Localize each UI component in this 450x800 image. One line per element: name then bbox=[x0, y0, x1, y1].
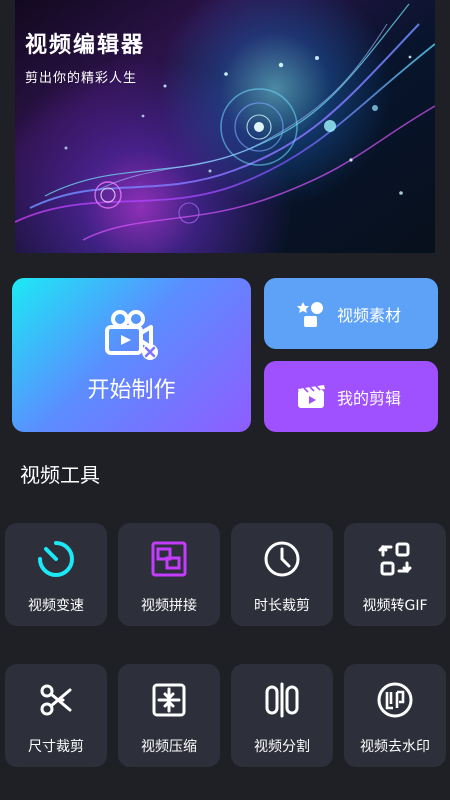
tool-convert-gif[interactable]: 视频转GIF bbox=[344, 523, 446, 626]
tool-speed-label: 视频变速 bbox=[28, 598, 84, 614]
video-materials-button[interactable]: 视频素材 bbox=[264, 278, 438, 349]
tool-remove-watermark-label: 视频去水印 bbox=[360, 739, 430, 755]
tool-split-label: 视频分割 bbox=[254, 739, 310, 755]
tool-duration-trim[interactable]: 时长裁剪 bbox=[231, 523, 333, 626]
tool-convert-gif-label: 视频转GIF bbox=[362, 598, 428, 614]
video-materials-label: 视频素材 bbox=[337, 306, 402, 325]
app-title: 视频编辑器 bbox=[25, 33, 146, 58]
app-subtitle: 剪出你的精彩人生 bbox=[25, 71, 138, 86]
tool-splice[interactable]: 视频拼接 bbox=[118, 523, 220, 626]
banner: 视频编辑器 剪出你的精彩人生 bbox=[15, 0, 435, 253]
scissors-icon bbox=[40, 684, 72, 716]
tools-section-title: 视频工具 bbox=[20, 463, 100, 487]
tool-size-crop[interactable]: 尺寸裁剪 bbox=[5, 664, 107, 767]
video-camera-edit-icon bbox=[105, 310, 158, 360]
clock-icon bbox=[264, 541, 300, 577]
tool-compress-label: 视频压缩 bbox=[141, 739, 197, 755]
compress-icon bbox=[152, 683, 186, 717]
tool-split[interactable]: 视频分割 bbox=[231, 664, 333, 767]
my-edits-label: 我的剪辑 bbox=[337, 389, 402, 408]
tool-splice-label: 视频拼接 bbox=[141, 598, 197, 614]
split-icon bbox=[265, 682, 299, 718]
materials-shapes-icon bbox=[297, 302, 323, 327]
splice-frame-icon bbox=[151, 541, 187, 577]
tool-remove-watermark[interactable]: 视频去水印 bbox=[344, 664, 446, 767]
tools-grid: 视频变速 视频拼接 时长裁剪 视频转GIF 尺寸裁剪 视频压缩 视频分割 视频去… bbox=[5, 523, 446, 793]
tool-compress[interactable]: 视频压缩 bbox=[118, 664, 220, 767]
start-creating-button[interactable]: 开始制作 bbox=[12, 278, 251, 432]
convert-gif-icon bbox=[378, 542, 412, 576]
start-creating-label: 开始制作 bbox=[87, 378, 176, 403]
speed-gauge-icon bbox=[38, 541, 74, 577]
tool-speed[interactable]: 视频变速 bbox=[5, 523, 107, 626]
tool-duration-trim-label: 时长裁剪 bbox=[254, 598, 310, 614]
watermark-stamp-icon bbox=[377, 682, 413, 718]
my-edits-button[interactable]: 我的剪辑 bbox=[264, 361, 438, 432]
clapperboard-icon bbox=[298, 385, 325, 408]
tool-size-crop-label: 尺寸裁剪 bbox=[28, 739, 84, 755]
